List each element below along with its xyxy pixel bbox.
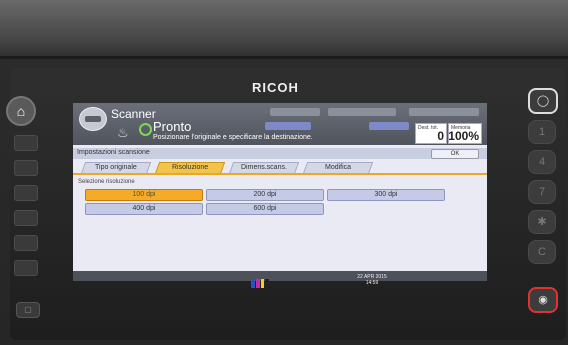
settings-bar: Impostazioni scansione OK (73, 148, 487, 159)
key-4[interactable]: 4 (528, 150, 556, 174)
toner-level-icon (251, 279, 269, 288)
resolution-300-dpi-button[interactable]: 300 dpi (327, 189, 445, 201)
side-key-1[interactable] (14, 135, 38, 151)
ready-status-icon (139, 123, 152, 136)
toner-yellow (260, 279, 265, 288)
printer-icon: ♨ (117, 125, 129, 140)
home-icon[interactable]: ⌂ (6, 96, 36, 126)
toner-black (265, 279, 269, 288)
ok-button[interactable]: OK (431, 149, 479, 159)
screen-header: Scanner ♨ Pronto Posizionare l'originale… (73, 103, 487, 145)
energy-saver-icon[interactable]: ◉ (528, 287, 558, 313)
destination-slot-1[interactable] (265, 122, 311, 130)
key-1[interactable]: 1 (528, 120, 556, 144)
tab-label: Dimens.scans. (241, 164, 287, 171)
header-slot-1 (270, 108, 320, 116)
resolution-group-label: Selezione risoluzione (78, 179, 135, 185)
toner-magenta (255, 279, 260, 288)
resolution-100-dpi-button[interactable]: 100 dpi (85, 189, 203, 201)
power-icon[interactable]: ◯ (528, 88, 558, 114)
instruction-text: Posizionare l'originale e specificare la… (153, 134, 313, 141)
time-text: 14:59 (365, 280, 379, 286)
tab-underline (73, 173, 487, 175)
brand-logo: RICOH (252, 80, 299, 95)
key-star[interactable]: ✱ (528, 210, 556, 234)
side-key-2[interactable] (14, 160, 38, 176)
date-time: 22 APR 2015 14:59 (352, 274, 392, 286)
dest-total-label: Dest. tot. (418, 125, 439, 131)
header-slot-2 (328, 108, 396, 116)
side-key-6[interactable] (14, 260, 38, 276)
scanner-icon (79, 107, 107, 131)
header-slot-3 (409, 108, 479, 116)
resolution-200-dpi-button[interactable]: 200 dpi (206, 189, 324, 201)
resolution-400-dpi-button[interactable]: 400 dpi (85, 203, 203, 215)
tab-label: Modifica (324, 164, 352, 171)
side-key-3[interactable] (14, 185, 38, 201)
app-title: Scanner (111, 107, 156, 121)
key-7[interactable]: 7 (528, 180, 556, 204)
bottom-left-key[interactable]: ▢ (16, 302, 40, 318)
side-key-5[interactable] (14, 235, 38, 251)
memory-value: 100% (448, 129, 479, 143)
toner-cyan (251, 279, 255, 288)
dest-total-value: 0 (437, 129, 444, 143)
destination-slot-2[interactable] (369, 122, 409, 130)
touch-screen: Scanner ♨ Pronto Posizionare l'originale… (73, 103, 487, 281)
lid-seam (0, 56, 568, 59)
key-clear[interactable]: C (528, 240, 556, 264)
scanner-lid (0, 0, 568, 58)
resolution-600-dpi-button[interactable]: 600 dpi (206, 203, 324, 215)
dest-total-counter: Dest. tot. 0 (415, 123, 447, 144)
tab-label: Tipo originale (95, 164, 137, 171)
settings-title: Impostazioni scansione (77, 149, 150, 156)
side-key-4[interactable] (14, 210, 38, 226)
settings-tabs: Tipo originale Risoluzione Dimens.scans.… (73, 162, 487, 174)
memory-counter: Memoria 100% (448, 123, 482, 144)
screen-footer (73, 271, 487, 281)
status-text: Pronto (153, 119, 192, 134)
tab-label: Risoluzione (171, 164, 209, 171)
